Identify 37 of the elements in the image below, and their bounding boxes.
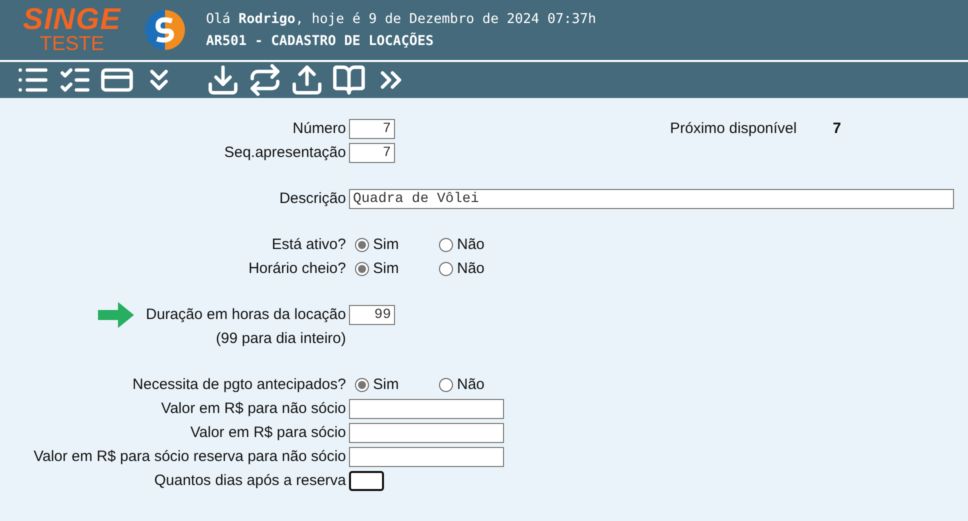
radio-option[interactable]: Sim — [355, 236, 433, 253]
upload-icon[interactable] — [290, 63, 324, 97]
description-field[interactable]: Quadra de Vôlei — [349, 188, 954, 208]
field-label: Está ativo? — [272, 235, 346, 255]
field-label: Necessita de pgto antecipados? — [132, 375, 346, 395]
field-label: Seq.apresentação — [224, 143, 346, 163]
radio-option[interactable]: Não — [439, 260, 517, 277]
field-label: Número — [292, 119, 346, 139]
field-label: Valor em R$ para não sócio — [161, 399, 346, 419]
field-label: Quantos dias após a reserva — [154, 471, 346, 491]
days-field[interactable] — [349, 470, 384, 490]
value-field[interactable] — [349, 446, 504, 466]
value-field[interactable] — [349, 422, 504, 442]
field-label: Horário cheio? — [248, 259, 346, 279]
hint-text: (99 para dia inteiro) — [216, 329, 346, 349]
radio-option[interactable]: Não — [439, 236, 517, 253]
brand-logo: SINGE — [22, 6, 122, 34]
radio-option[interactable]: Sim — [355, 376, 433, 393]
number-field[interactable]: 7 — [349, 142, 395, 162]
download-icon[interactable] — [206, 63, 240, 97]
logo-icon — [142, 9, 188, 51]
value-field[interactable] — [349, 398, 504, 418]
field-label: Valor em R$ para sócio reserva para não sócio — [34, 447, 346, 467]
greeting-text: Olá Rodrigo, hoje é 9 de Dezembro de 2024 07:37h — [206, 11, 596, 27]
page-title: AR501 - CADASTRO DE LOCAÇÕES — [206, 33, 435, 49]
number-field[interactable]: 99 — [349, 304, 395, 324]
field-label: Descrição — [279, 189, 346, 209]
brand-subtitle: TESTE — [40, 34, 104, 54]
book-icon[interactable] — [332, 63, 366, 97]
number-field[interactable]: 7 — [349, 118, 395, 138]
next-available-label: Próximo disponível — [670, 120, 797, 137]
field-label: Duração em horas da locação — [146, 306, 346, 323]
field-label: Valor em R$ para sócio — [190, 423, 346, 443]
radio-option[interactable]: Sim — [355, 260, 433, 277]
radio-option[interactable]: Não — [439, 376, 517, 393]
next-available-value: 7 — [832, 120, 842, 137]
swap-icon[interactable] — [248, 63, 282, 97]
